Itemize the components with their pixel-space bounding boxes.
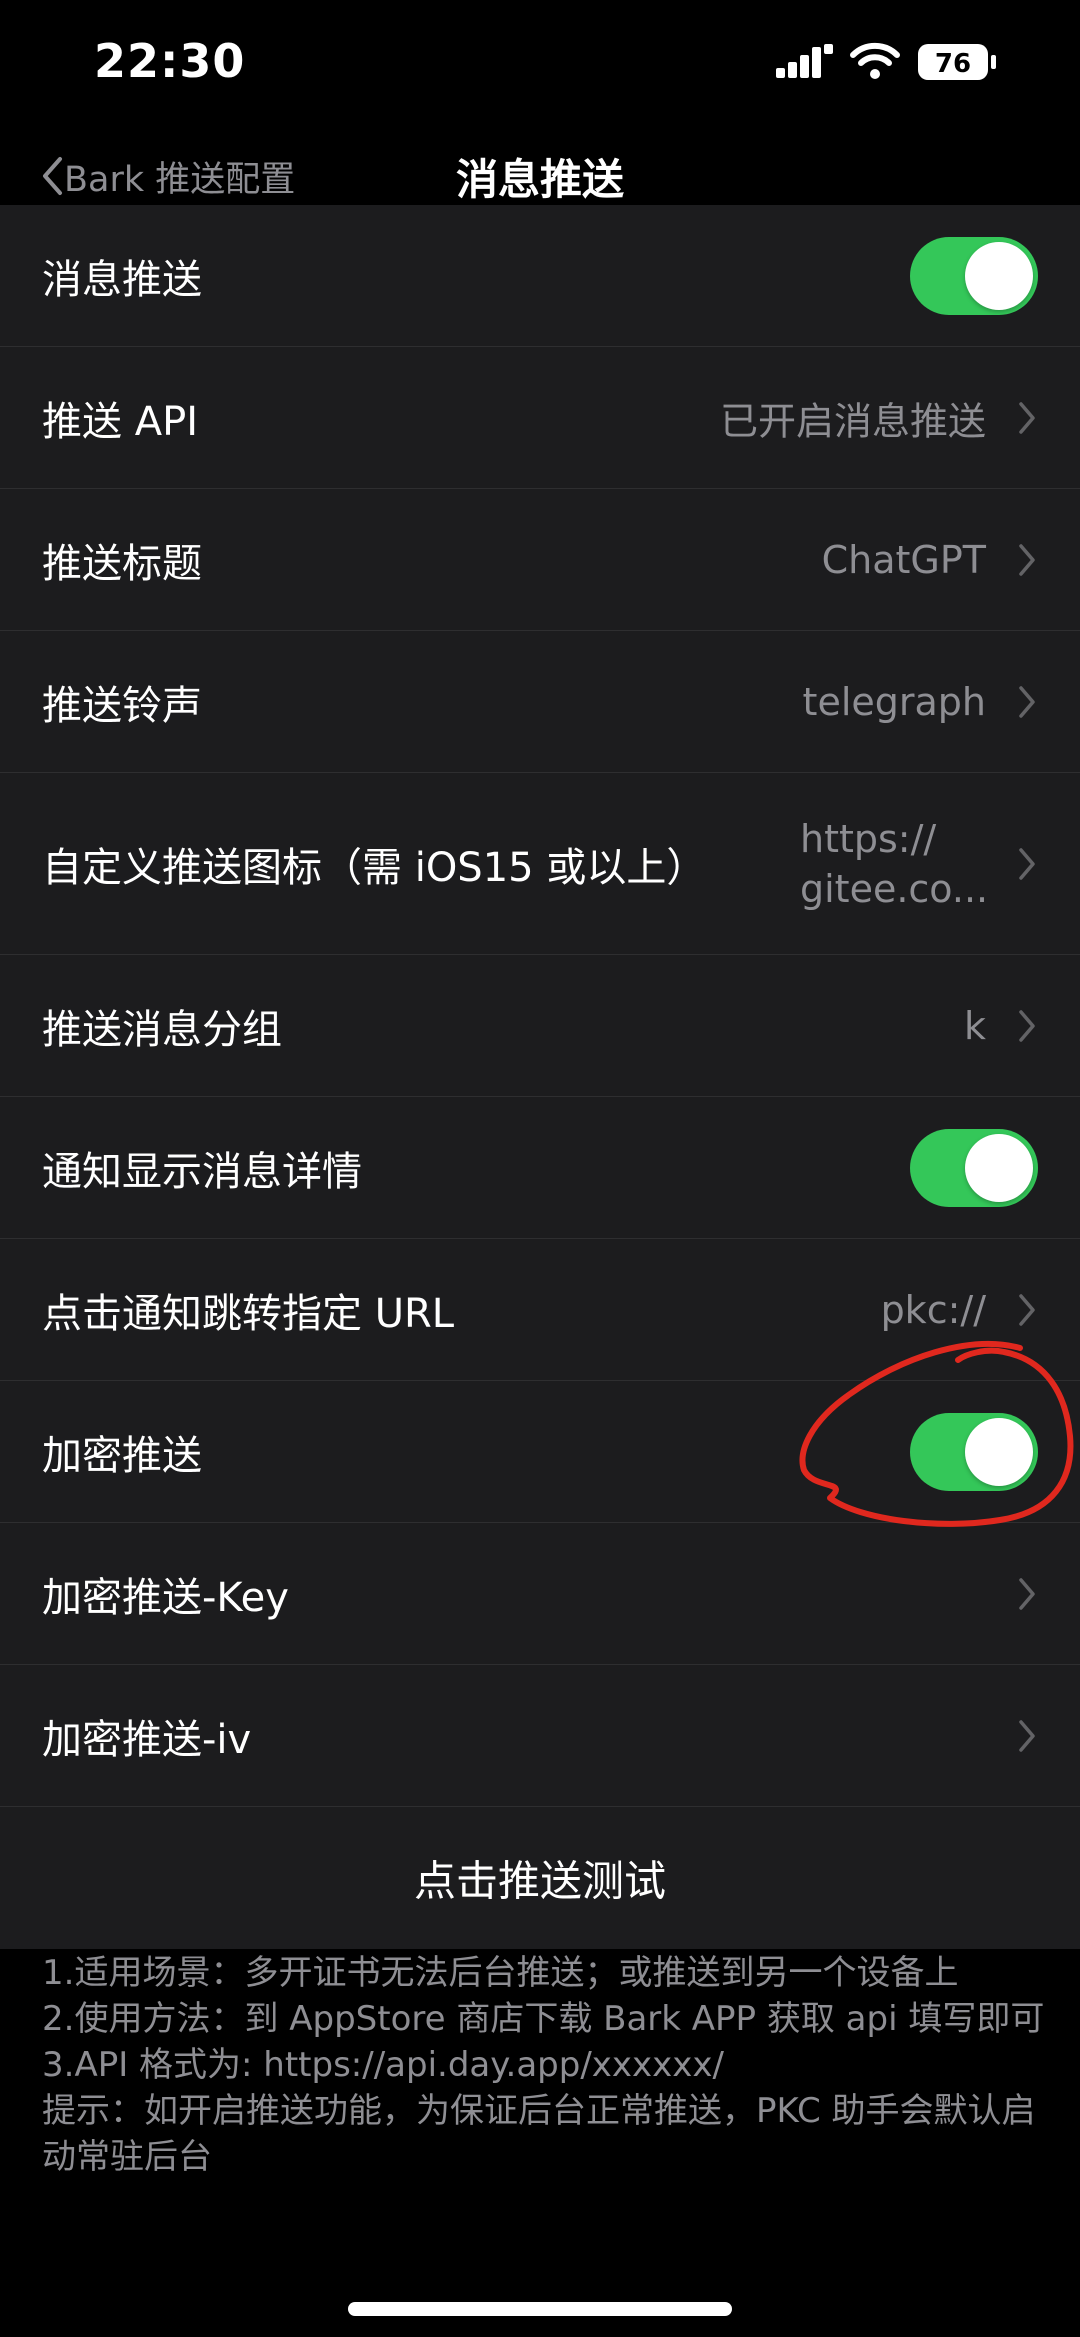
row-value: 已开启消息推送 bbox=[719, 399, 986, 443]
home-indicator bbox=[348, 2302, 732, 2316]
row-label: 推送铃声 bbox=[42, 682, 202, 729]
row-value: https:// gitee.co... bbox=[800, 814, 1000, 914]
row-value: telegraph bbox=[802, 679, 986, 724]
chevron-right-icon bbox=[1019, 1293, 1035, 1326]
row-label: 推送消息分组 bbox=[42, 1006, 282, 1053]
page-title: 消息推送 bbox=[455, 155, 624, 204]
status-bar: 22:30 76 bbox=[0, 0, 1080, 130]
red-circle-annotation bbox=[799, 1340, 1074, 1527]
row-show-details: 通知显示消息详情 bbox=[0, 1097, 1080, 1239]
row-label: 消息推送 bbox=[42, 256, 202, 303]
row-value: ChatGPT bbox=[821, 537, 986, 582]
battery-icon: 76 bbox=[918, 44, 996, 80]
chevron-right-icon bbox=[1019, 543, 1035, 576]
signal-icon bbox=[776, 44, 833, 78]
row-push-api[interactable]: 推送 API 已开启消息推送 bbox=[0, 347, 1080, 489]
row-push-group[interactable]: 推送消息分组 k bbox=[0, 955, 1080, 1097]
screen: 22:30 76 Bark 推送配置 消息推送 消息推送 推送 API 已开启消… bbox=[0, 0, 1080, 2337]
note-line: 提示：如开启推送功能，为保证后台正常推送，PKC 助手会默认启动常驻后台 bbox=[42, 2091, 1036, 2177]
push-test-label: 点击推送测试 bbox=[413, 1856, 666, 1906]
status-time: 22:30 bbox=[94, 34, 246, 88]
message-push-toggle[interactable] bbox=[910, 236, 1038, 315]
row-custom-icon[interactable]: 自定义推送图标（需 iOS15 或以上） https:// gitee.co... bbox=[0, 773, 1080, 955]
row-label: 加密推送-Key bbox=[42, 1574, 289, 1621]
row-encrypt-iv[interactable]: 加密推送-iv bbox=[0, 1665, 1080, 1807]
row-value-line1: https:// bbox=[800, 816, 937, 861]
row-label: 推送标题 bbox=[42, 540, 202, 587]
chevron-right-icon bbox=[1019, 1577, 1035, 1610]
row-push-sound[interactable]: 推送铃声 telegraph bbox=[0, 631, 1080, 773]
chevron-right-icon bbox=[1019, 1719, 1035, 1752]
wifi-icon bbox=[850, 42, 900, 79]
note-line: 1.适用场景：多开证书无法后台推送；或推送到另一个设备上 bbox=[42, 1953, 959, 1993]
chevron-right-icon bbox=[1019, 1009, 1035, 1042]
chevron-right-icon bbox=[1019, 847, 1035, 880]
row-label: 点击通知跳转指定 URL bbox=[42, 1290, 455, 1337]
row-value: k bbox=[963, 1003, 986, 1048]
row-value: pkc:// bbox=[880, 1287, 986, 1332]
row-message-push: 消息推送 bbox=[0, 205, 1080, 347]
push-test-button[interactable]: 点击推送测试 bbox=[0, 1807, 1080, 1949]
note-line: 3.API 格式为: https://api.day.app/xxxxxx/ bbox=[42, 2045, 724, 2085]
settings-list: 消息推送 推送 API 已开启消息推送 推送标题 ChatGPT 推送铃声 te… bbox=[0, 205, 1080, 1949]
row-label: 通知显示消息详情 bbox=[42, 1148, 362, 1195]
battery-level: 76 bbox=[935, 49, 971, 79]
chevron-right-icon bbox=[1019, 685, 1035, 718]
help-notes: 1.适用场景：多开证书无法后台推送；或推送到另一个设备上 2.使用方法：到 Ap… bbox=[42, 1950, 1052, 2180]
show-details-toggle[interactable] bbox=[910, 1128, 1038, 1207]
row-label: 推送 API bbox=[42, 398, 198, 445]
row-label: 加密推送 bbox=[42, 1432, 202, 1479]
chevron-right-icon bbox=[1019, 401, 1035, 434]
note-line: 2.使用方法：到 AppStore 商店下载 Bark APP 获取 api 填… bbox=[42, 1999, 1045, 2039]
row-push-title[interactable]: 推送标题 ChatGPT bbox=[0, 489, 1080, 631]
row-label: 加密推送-iv bbox=[42, 1716, 252, 1763]
row-value-line2: gitee.co... bbox=[800, 866, 989, 911]
row-label: 自定义推送图标（需 iOS15 或以上） bbox=[42, 844, 707, 891]
